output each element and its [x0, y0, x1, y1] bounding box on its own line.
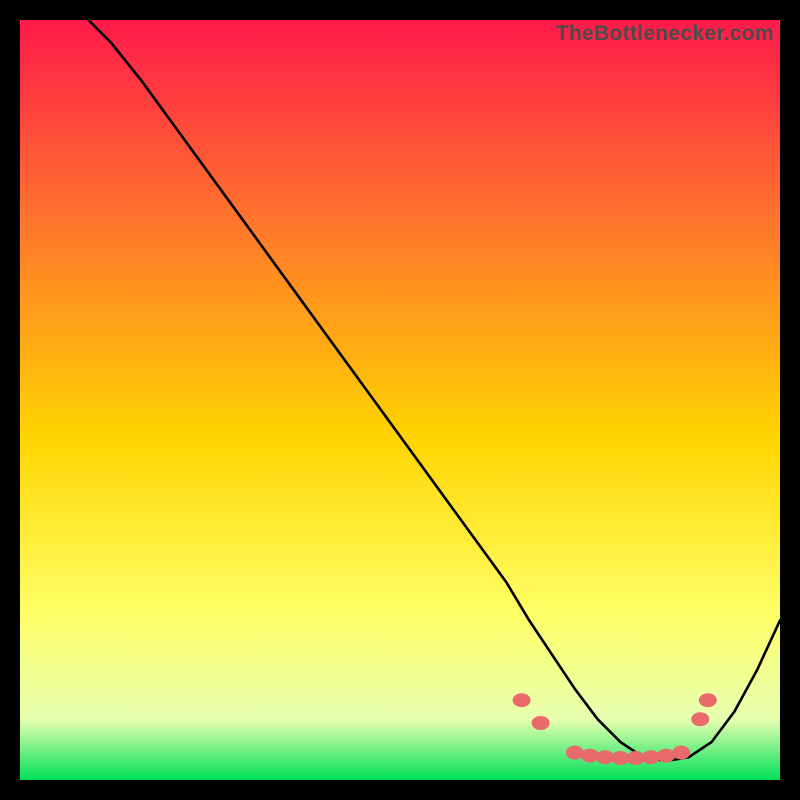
chart-canvas [20, 20, 780, 780]
highlight-dot [672, 746, 690, 760]
highlight-dot [657, 749, 675, 763]
gradient-background [20, 20, 780, 780]
highlight-dot [642, 750, 660, 764]
chart-frame: TheBottlenecker.com [20, 20, 780, 780]
highlight-dot [699, 693, 717, 707]
highlight-dot [566, 746, 584, 760]
highlight-dot [581, 749, 599, 763]
watermark-text: TheBottlenecker.com [556, 22, 774, 46]
highlight-dot [532, 716, 550, 730]
highlight-dot [691, 712, 709, 726]
highlight-dot [513, 693, 531, 707]
